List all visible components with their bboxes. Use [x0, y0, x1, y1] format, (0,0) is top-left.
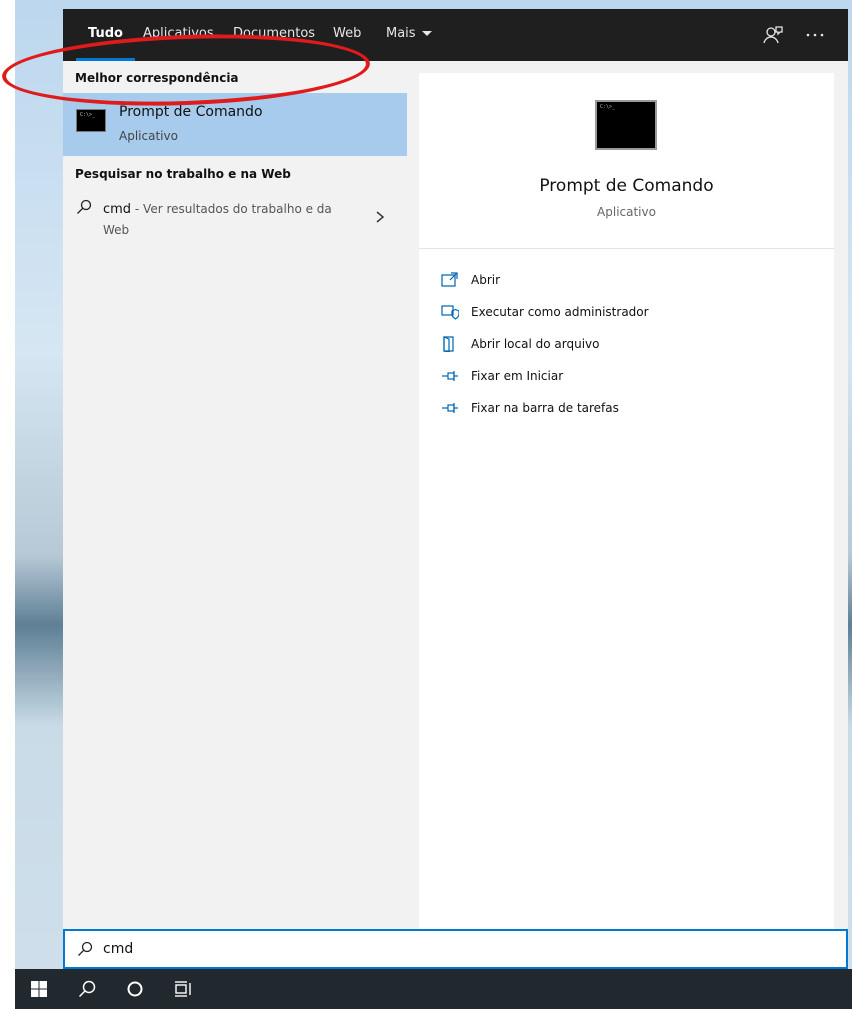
- tab-all[interactable]: Tudo: [76, 9, 135, 61]
- open-icon: [441, 272, 458, 287]
- task-view-button[interactable]: [159, 969, 207, 1009]
- results-list: Melhor correspondência C:\>_ Prompt de C…: [63, 61, 407, 930]
- command-prompt-icon: C:\>_: [76, 109, 106, 132]
- web-suffix: - Ver resultados do trabalho e da Web: [103, 202, 332, 237]
- tab-web[interactable]: Web: [333, 9, 361, 61]
- tab-more-label: Mais: [386, 26, 416, 41]
- action-label: Executar como administrador: [471, 305, 649, 319]
- caret-down-icon: [421, 31, 432, 36]
- more-options-icon[interactable]: [803, 23, 827, 47]
- start-button[interactable]: [15, 969, 63, 1009]
- tab-apps[interactable]: Aplicativos: [143, 9, 214, 61]
- search-icon: [78, 980, 96, 998]
- action-open-file-location[interactable]: Abrir local do arquivo: [441, 334, 801, 358]
- search-icon: [78, 941, 93, 956]
- pin-icon: [442, 371, 458, 381]
- preview-title: Prompt de Comando: [539, 176, 714, 196]
- action-label: Abrir local do arquivo: [471, 337, 600, 351]
- web-result-text: cmd - Ver resultados do trabalho e da We…: [103, 199, 343, 241]
- web-query: cmd: [103, 202, 132, 217]
- chevron-right-icon[interactable]: [375, 211, 385, 223]
- tab-documents[interactable]: Documentos: [233, 9, 315, 61]
- web-section-header: Pesquisar no trabalho e na Web: [75, 167, 291, 181]
- search-box[interactable]: [63, 929, 848, 969]
- action-label: Fixar em Iniciar: [471, 369, 564, 383]
- preview-header: C:\>_ Prompt de Comando Aplicativo: [419, 73, 834, 249]
- action-pin-to-start[interactable]: Fixar em Iniciar: [441, 366, 801, 390]
- cortana-circle-icon: [127, 981, 143, 997]
- best-match-title: Prompt de Comando: [119, 104, 263, 120]
- search-icon: [77, 199, 92, 214]
- command-prompt-large-icon: C:\>_: [595, 100, 657, 150]
- filter-tab-bar: Tudo Aplicativos Documentos Web Mais: [63, 9, 848, 61]
- taskbar-search-button[interactable]: [63, 969, 111, 1009]
- pin-icon: [442, 403, 458, 413]
- best-match-subtitle: Aplicativo: [119, 129, 178, 143]
- search-input[interactable]: [103, 937, 703, 961]
- action-label: Fixar na barra de tarefas: [471, 401, 619, 415]
- action-open[interactable]: Abrir: [441, 270, 801, 294]
- windows-logo-icon: [31, 981, 47, 997]
- icon-glyph-text: C:\>_: [600, 104, 616, 110]
- cortana-button[interactable]: [111, 969, 159, 1009]
- action-label: Abrir: [471, 273, 501, 287]
- taskbar: [15, 969, 852, 1009]
- best-match-header: Melhor correspondência: [75, 71, 239, 85]
- icon-glyph-text: C:\>_: [80, 112, 96, 118]
- web-search-result[interactable]: cmd - Ver resultados do trabalho e da We…: [63, 191, 407, 239]
- file-location-icon: [443, 336, 454, 352]
- task-view-icon: [175, 981, 191, 997]
- action-run-as-admin[interactable]: Executar como administrador: [441, 302, 801, 326]
- preview-subtitle: Aplicativo: [597, 205, 656, 219]
- action-pin-to-taskbar[interactable]: Fixar na barra de tarefas: [441, 398, 801, 422]
- preview-pane: C:\>_ Prompt de Comando Aplicativo Abrir…: [419, 73, 834, 930]
- run-as-admin-icon: [441, 305, 459, 320]
- feedback-icon[interactable]: [761, 23, 785, 47]
- search-panel: Tudo Aplicativos Documentos Web Mais Mel…: [0, 9, 848, 930]
- tab-more[interactable]: Mais: [386, 9, 432, 61]
- best-match-item[interactable]: C:\>_ Prompt de Comando Aplicativo: [63, 93, 407, 156]
